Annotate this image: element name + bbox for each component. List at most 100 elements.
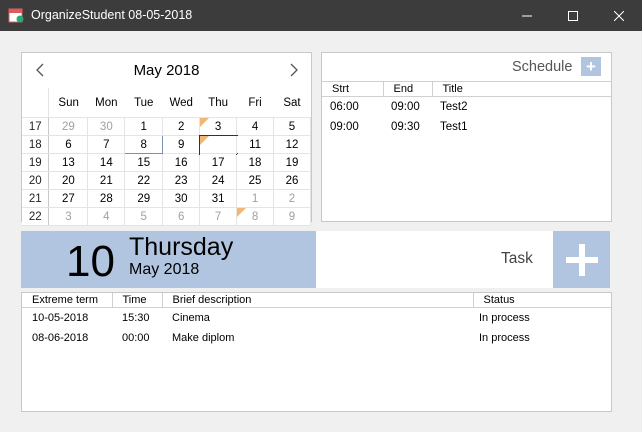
calendar-week-row: 18 6 7 8 9 10 11 12 bbox=[22, 134, 311, 155]
calendar-day[interactable]: 25 bbox=[236, 171, 274, 190]
schedule-panel: Schedule + Strt End Title 06:00 09:00 Te… bbox=[321, 52, 612, 222]
weekday-label: Sat bbox=[283, 96, 301, 109]
week-number: 21 bbox=[22, 189, 50, 208]
week-number-header bbox=[22, 88, 50, 118]
task-header-row: Extreme term Time Brief description Stat… bbox=[22, 293, 611, 308]
calendar-day[interactable]: 5 bbox=[273, 117, 311, 136]
calendar-day[interactable]: 3 bbox=[48, 207, 89, 226]
selected-month-year: May 2018 bbox=[129, 261, 200, 278]
close-button[interactable] bbox=[596, 0, 642, 31]
close-icon bbox=[614, 10, 624, 21]
task-time: 00:00 bbox=[122, 332, 150, 344]
column-header-start[interactable]: Strt bbox=[322, 81, 384, 97]
calendar-day[interactable]: 9 bbox=[273, 207, 311, 226]
calendar-day[interactable]: 16 bbox=[162, 153, 201, 172]
calendar-day[interactable]: 13 bbox=[48, 153, 89, 172]
column-header-time[interactable]: Time bbox=[112, 293, 163, 308]
calendar-day[interactable]: 2 bbox=[162, 117, 201, 136]
calendar-day[interactable]: 1 bbox=[124, 117, 164, 136]
calendar-day-selected[interactable]: 10 bbox=[198, 134, 238, 155]
plus-icon: + bbox=[586, 56, 596, 76]
calendar-day[interactable]: 7 bbox=[199, 207, 238, 226]
calendar-day[interactable]: 7 bbox=[87, 135, 126, 154]
calendar-day[interactable]: 5 bbox=[124, 207, 164, 226]
task-term: 10-05-2018 bbox=[32, 312, 89, 324]
weekday-label: Sun bbox=[58, 96, 79, 109]
calendar-day[interactable]: 31 bbox=[199, 189, 238, 208]
calendar-day[interactable]: 17 bbox=[199, 153, 238, 172]
calendar-day[interactable]: 28 bbox=[87, 189, 126, 208]
calendar-day[interactable]: 21 bbox=[87, 171, 126, 190]
task-term: 08-06-2018 bbox=[32, 332, 89, 344]
task-status: In process bbox=[479, 332, 530, 344]
selected-weekday: Thursday bbox=[129, 233, 234, 261]
schedule-end: 09:00 bbox=[391, 101, 420, 113]
minimize-icon bbox=[522, 15, 532, 16]
column-header-description[interactable]: Brief description bbox=[162, 293, 474, 308]
task-header: Task bbox=[316, 231, 610, 288]
window-title: OrganizeStudent 08-05-2018 bbox=[31, 8, 193, 22]
schedule-end: 09:30 bbox=[391, 121, 420, 133]
task-label: Task bbox=[501, 250, 533, 267]
calendar-day[interactable]: 12 bbox=[273, 135, 311, 154]
calendar-day[interactable]: 3 bbox=[199, 117, 238, 136]
calendar-day[interactable]: 27 bbox=[48, 189, 89, 208]
calendar-day[interactable]: 23 bbox=[162, 171, 201, 190]
calendar-day[interactable]: 4 bbox=[87, 207, 126, 226]
chevron-right-icon[interactable] bbox=[286, 62, 300, 78]
task-description: Cinema bbox=[172, 312, 210, 324]
calendar-day[interactable]: 19 bbox=[273, 153, 311, 172]
calendar-day[interactable]: 29 bbox=[48, 117, 89, 136]
maximize-icon bbox=[568, 10, 578, 21]
table-row[interactable]: 06:00 09:00 Test2 bbox=[322, 97, 611, 118]
table-row[interactable]: 08-06-2018 00:00 Make diplom In process bbox=[22, 328, 611, 348]
calendar-day[interactable]: 4 bbox=[236, 117, 274, 136]
plus-icon bbox=[565, 243, 598, 276]
task-table: Extreme term Time Brief description Stat… bbox=[22, 293, 611, 348]
column-header-status[interactable]: Status bbox=[473, 293, 611, 308]
calendar-widget: May 2018 Sun Mon Tue Wed Thu Fri Sat 17 2… bbox=[21, 52, 312, 226]
table-row[interactable]: 09:00 09:30 Test1 bbox=[322, 117, 611, 137]
column-header-end[interactable]: End bbox=[383, 81, 433, 97]
calendar-day[interactable]: 8 bbox=[236, 207, 274, 226]
calendar-day[interactable]: 26 bbox=[273, 171, 311, 190]
schedule-label: Schedule bbox=[512, 59, 573, 75]
calendar-week-row: 22 3 4 5 6 7 8 9 bbox=[22, 207, 311, 226]
calendar-day[interactable]: 6 bbox=[48, 135, 89, 154]
calendar-day[interactable]: 14 bbox=[87, 153, 126, 172]
calendar-day[interactable]: 18 bbox=[236, 153, 274, 172]
calendar-day[interactable]: 6 bbox=[162, 207, 201, 226]
column-header-term[interactable]: Extreme term bbox=[22, 293, 113, 308]
schedule-header-row: Strt End Title bbox=[322, 81, 611, 97]
column-header-title[interactable]: Title bbox=[432, 81, 611, 97]
task-status: In process bbox=[479, 312, 530, 324]
calendar-day[interactable]: 9 bbox=[162, 135, 201, 154]
calendar-day[interactable]: 29 bbox=[124, 189, 164, 208]
schedule-title: Test1 bbox=[440, 121, 468, 133]
schedule-start: 09:00 bbox=[330, 121, 359, 133]
add-task-button[interactable] bbox=[553, 231, 610, 288]
calendar-header: May 2018 bbox=[22, 53, 311, 88]
task-list-panel: Extreme term Time Brief description Stat… bbox=[21, 292, 612, 412]
calendar-day[interactable]: 15 bbox=[124, 153, 164, 172]
selected-day-number: 10 bbox=[66, 237, 115, 286]
maximize-button[interactable] bbox=[550, 0, 596, 31]
task-description: Make diplom bbox=[172, 332, 235, 344]
table-row[interactable]: 10-05-2018 15:30 Cinema In process bbox=[22, 308, 611, 329]
calendar-day[interactable]: 2 bbox=[273, 189, 311, 208]
add-schedule-button[interactable]: + bbox=[581, 57, 601, 76]
weekday-label: Thu bbox=[208, 96, 229, 109]
minimize-button[interactable] bbox=[504, 0, 550, 31]
schedule-start: 06:00 bbox=[330, 101, 359, 113]
calendar-day[interactable]: 20 bbox=[48, 171, 89, 190]
calendar-day[interactable]: 24 bbox=[199, 171, 238, 190]
calendar-day[interactable]: 30 bbox=[162, 189, 201, 208]
calendar-day[interactable]: 22 bbox=[124, 171, 164, 190]
week-number: 20 bbox=[22, 171, 50, 190]
calendar-day[interactable]: 11 bbox=[236, 135, 274, 154]
task-time: 15:30 bbox=[122, 312, 150, 324]
calendar-day[interactable]: 1 bbox=[236, 189, 274, 208]
calendar-day[interactable]: 30 bbox=[87, 117, 126, 136]
schedule-table: Strt End Title 06:00 09:00 Test2 09:00 0… bbox=[322, 81, 611, 137]
calendar-day-today[interactable]: 8 bbox=[124, 135, 164, 154]
